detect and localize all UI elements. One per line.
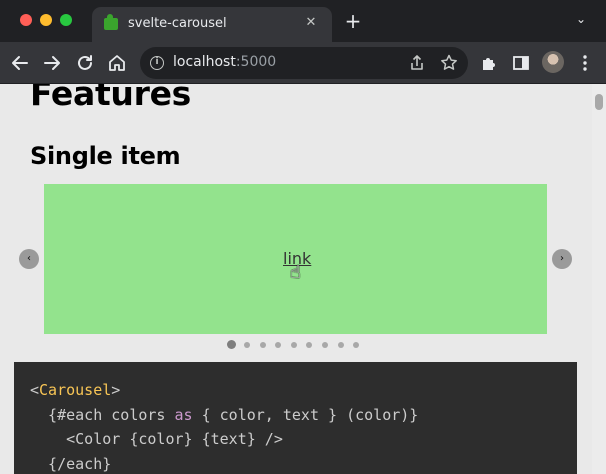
carousel-next-button[interactable]: › (552, 249, 572, 269)
info-icon[interactable]: i (150, 56, 164, 70)
svelte-favicon-icon (104, 14, 118, 30)
kebab-menu-icon[interactable] (573, 51, 597, 75)
new-tab-button[interactable]: + (342, 10, 364, 32)
carousel-dots (227, 340, 369, 349)
puzzle-icon[interactable] (477, 51, 501, 75)
star-icon[interactable] (438, 52, 460, 74)
page-scrollbar[interactable] (592, 84, 606, 474)
carousel-dot[interactable] (259, 341, 266, 348)
carousel-dot[interactable] (290, 341, 297, 348)
close-window-button[interactable] (20, 14, 32, 26)
reload-icon[interactable] (73, 51, 97, 75)
carousel-dot[interactable] (306, 341, 313, 348)
browser-title-bar: svelte-carousel ✕ + ⌄ (0, 0, 606, 42)
code-line-1: <Carousel> (30, 378, 561, 403)
code-token: < (30, 381, 40, 399)
code-line-3: <Color {color} {text} /> (30, 430, 283, 448)
browser-toolbar: i localhost:5000 (0, 42, 606, 84)
code-block: <Carousel> {#each colors as { color, tex… (14, 362, 577, 474)
url-host: localhost (173, 54, 236, 70)
carousel-dot[interactable] (337, 341, 344, 348)
hand-cursor-icon: ☝ (290, 262, 301, 283)
back-arrow-icon[interactable] (8, 51, 32, 75)
url-text[interactable]: localhost:5000 (173, 54, 276, 70)
page-viewport: Features Single item link ☝ ‹ › <Carouse… (0, 84, 606, 474)
maximize-window-button[interactable] (60, 14, 72, 26)
carousel-slide[interactable]: link (44, 184, 547, 334)
profile-avatar[interactable] (542, 51, 564, 73)
address-bar[interactable]: i localhost:5000 (140, 47, 468, 79)
code-line-2: {#each colors as { color, text } (color)… (30, 403, 561, 428)
carousel-dot[interactable] (244, 341, 250, 348)
scrollbar-thumb[interactable] (595, 94, 603, 110)
browser-tab[interactable]: svelte-carousel ✕ (92, 7, 332, 42)
url-port: :5000 (235, 54, 277, 70)
carousel-dot[interactable] (353, 341, 360, 348)
home-icon[interactable] (105, 51, 129, 75)
carousel-dot[interactable] (275, 341, 282, 348)
section-heading: Single item (30, 142, 181, 170)
tab-close-icon[interactable]: ✕ (302, 14, 320, 32)
tab-search-chevron-icon[interactable]: ⌄ (576, 12, 586, 26)
carousel-dot[interactable] (227, 340, 236, 349)
code-tag: Carousel (39, 381, 112, 399)
carousel-dot[interactable] (321, 341, 328, 348)
side-panel-icon[interactable] (509, 51, 533, 75)
code-token: { color, text } (color)} (192, 405, 419, 424)
minimize-window-button[interactable] (40, 14, 52, 26)
carousel-prev-button[interactable]: ‹ (19, 249, 39, 269)
tab-title: svelte-carousel (128, 16, 227, 31)
page-heading: Features (30, 84, 192, 113)
forward-arrow-icon[interactable] (40, 51, 64, 75)
code-token: > (111, 381, 121, 399)
code-token: {#each colors (30, 405, 175, 424)
code-keyword: as (174, 405, 193, 424)
share-icon[interactable] (406, 52, 428, 74)
code-line-4: {/each} (30, 454, 112, 473)
